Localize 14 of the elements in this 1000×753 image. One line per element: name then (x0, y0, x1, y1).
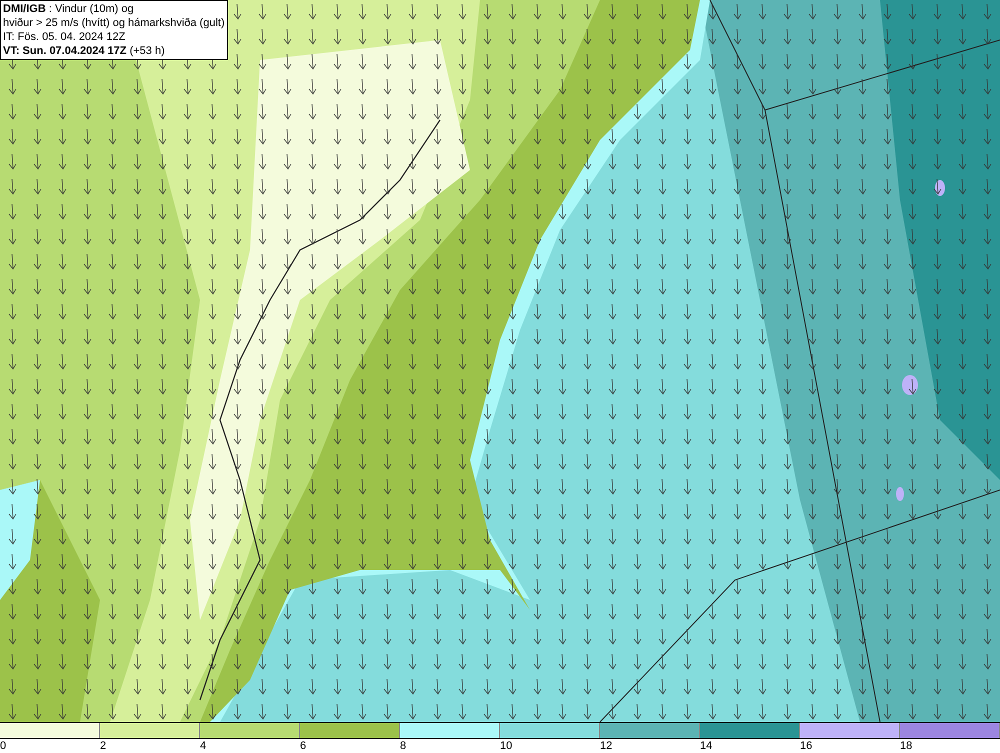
legend-label: 6 (300, 740, 306, 752)
legend-label: 0 (0, 740, 6, 752)
title-line: IT: Fös. 05. 04. 2024 12Z (3, 30, 126, 44)
legend-label: 18 (900, 740, 912, 752)
legend-label: 2 (100, 740, 106, 752)
legend-label: 8 (400, 740, 406, 752)
legend-label: 12 (600, 740, 612, 752)
title-line: DMI/IGB : Vindur (10m) og (3, 2, 135, 16)
legend-label: 10 (500, 740, 512, 752)
legend-label: 4 (200, 740, 206, 752)
title-line: hviður > 25 m/s (hvítt) og hámarkshviða (gult) (3, 16, 225, 30)
legend-label: 14 (700, 740, 712, 752)
legend-label: 16 (800, 740, 812, 752)
title-line: VT: Sun. 07.04.2024 17Z (+53 h) (3, 44, 166, 58)
